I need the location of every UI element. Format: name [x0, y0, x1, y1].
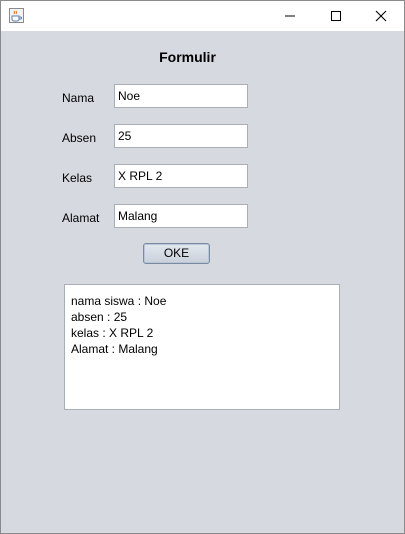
alamat-field[interactable]: Malang — [114, 204, 248, 228]
absen-field[interactable]: 25 — [114, 124, 248, 148]
app-window: Formulir Nama Noe Absen 25 Kelas X RPL 2… — [0, 0, 405, 534]
title-bar[interactable] — [1, 1, 404, 31]
form-panel: Formulir Nama Noe Absen 25 Kelas X RPL 2… — [1, 31, 404, 533]
output-line-nama: nama siswa : Noe — [71, 294, 167, 308]
oke-button[interactable]: OKE — [143, 243, 210, 264]
nama-label: Nama — [62, 91, 95, 105]
absen-label: Absen — [62, 131, 97, 145]
minimize-button[interactable] — [267, 1, 313, 31]
output-textarea[interactable]: nama siswa : Noe absen : 25 kelas : X RP… — [64, 284, 340, 410]
close-button[interactable] — [358, 1, 404, 31]
kelas-label: Kelas — [62, 171, 93, 185]
maximize-button[interactable] — [313, 1, 359, 31]
alamat-label: Alamat — [62, 211, 100, 225]
nama-field[interactable]: Noe — [114, 84, 248, 108]
output-line-kelas: kelas : X RPL 2 — [71, 326, 154, 340]
output-line-absen: absen : 25 — [71, 310, 128, 324]
maximize-icon — [331, 11, 341, 21]
minimize-icon — [285, 15, 295, 17]
kelas-field[interactable]: X RPL 2 — [114, 164, 248, 188]
java-coffee-cup-icon[interactable] — [9, 8, 24, 23]
close-icon — [375, 10, 387, 22]
output-line-alamat: Alamat : Malang — [71, 342, 158, 356]
form-title: Formulir — [159, 49, 216, 65]
